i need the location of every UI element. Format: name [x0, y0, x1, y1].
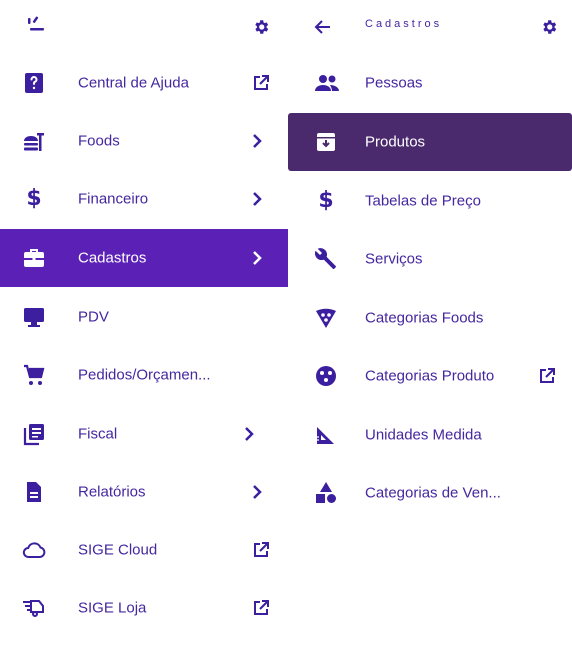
- menu-item-label: Central de Ajuda: [78, 74, 189, 92]
- menu-item-relatorios[interactable]: Relatórios: [0, 463, 288, 521]
- menu-item-fiscal[interactable]: Fiscal: [0, 405, 288, 463]
- submenu-item-pessoas[interactable]: Pessoas: [288, 54, 572, 112]
- help-icon: [22, 71, 46, 95]
- menu-item-financeiro[interactable]: $ Financeiro: [0, 170, 288, 228]
- submenu-item-label: Categorias de Ven...: [365, 484, 501, 502]
- chevron-right-icon: [248, 249, 266, 267]
- menu-item-label: Relatórios: [78, 483, 146, 501]
- submenu-item-label: Categorias Produto: [365, 367, 495, 385]
- people-icon: [314, 71, 339, 95]
- chevron-right-icon: [248, 132, 266, 150]
- external-link-icon[interactable]: [252, 599, 270, 617]
- menu-item-central-de-ajuda[interactable]: Central de Ajuda: [0, 54, 288, 112]
- menu-item-label: Financeiro: [78, 190, 149, 208]
- menu-item-label: PDV: [78, 308, 109, 326]
- submenu-item-categorias-de-venda[interactable]: Categorias de Ven...: [288, 464, 572, 522]
- chevron-right-icon: [248, 190, 266, 208]
- submenu-cadastros: Cadastros Pessoas Produtos $ Tabelas de …: [288, 0, 572, 647]
- back-arrow-icon[interactable]: [314, 18, 332, 36]
- submenu-item-label: Unidades Medida: [365, 426, 482, 444]
- menu-item-label: Foods: [78, 132, 120, 150]
- dollar-icon: $: [318, 188, 334, 213]
- menu-item-sige-loja[interactable]: SIGE Loja: [0, 579, 288, 637]
- burger-icon: [22, 129, 46, 153]
- menu-item-label: Cadastros: [78, 249, 147, 267]
- pizza-icon: [314, 306, 338, 330]
- menu-item-label: Fiscal: [78, 425, 118, 443]
- submenu-item-unidades-medida[interactable]: Unidades Medida: [288, 406, 572, 464]
- set-square-icon: [314, 423, 338, 447]
- submenu-item-label: Pessoas: [365, 74, 423, 92]
- document-icon: [22, 480, 46, 504]
- menu-item-label: SIGE Cloud: [78, 541, 158, 559]
- settings-icon[interactable]: [252, 18, 270, 36]
- submenu-header: Cadastros: [288, 0, 572, 52]
- briefcase-icon: [22, 246, 46, 270]
- shapes-icon: [314, 481, 338, 505]
- dollar-icon: $: [26, 186, 42, 211]
- submenu-item-label: Tabelas de Preço: [365, 192, 481, 210]
- submenu-item-label: Produtos: [365, 133, 426, 151]
- menu-item-sige-cloud[interactable]: SIGE Cloud: [0, 521, 288, 579]
- main-menu-header: [0, 0, 288, 52]
- submenu-item-label: Serviços: [365, 250, 423, 268]
- monitor-icon: [22, 305, 46, 329]
- chevron-right-icon: [240, 425, 258, 443]
- menu-item-cadastros[interactable]: Cadastros: [0, 229, 288, 287]
- menu-item-pdv[interactable]: PDV: [0, 288, 288, 346]
- menu-item-foods[interactable]: Foods: [0, 112, 288, 170]
- chevron-right-icon: [248, 483, 266, 501]
- truck-icon: [22, 596, 46, 620]
- submenu-item-categorias-produto[interactable]: Categorias Produto: [288, 347, 572, 405]
- submenu-item-servicos[interactable]: Serviços: [288, 230, 572, 288]
- external-link-icon[interactable]: [252, 541, 270, 559]
- cart-icon: [22, 363, 46, 387]
- main-menu: Central de Ajuda Foods $ Financeiro Cada…: [0, 0, 288, 647]
- submenu-item-tabelas-de-preco[interactable]: $ Tabelas de Preço: [288, 172, 572, 230]
- external-link-icon[interactable]: [252, 74, 270, 92]
- external-link-icon[interactable]: [538, 367, 556, 385]
- submenu-item-label: Categorias Foods: [365, 309, 484, 327]
- fiscal-icon: [22, 422, 46, 446]
- menu-item-label: SIGE Loja: [78, 599, 147, 617]
- wrench-icon: [314, 247, 338, 271]
- menu-item-label: Pedidos/Orçamen...: [78, 366, 211, 384]
- submenu-item-categorias-foods[interactable]: Categorias Foods: [288, 289, 572, 347]
- cloud-icon: [22, 538, 46, 562]
- submenu-item-produtos[interactable]: Produtos: [288, 113, 572, 171]
- archive-icon: [314, 130, 338, 154]
- palette-icon: [314, 364, 338, 388]
- menu-item-pedidos[interactable]: Pedidos/Orçamen...: [0, 346, 288, 404]
- submenu-title: Cadastros: [365, 18, 443, 30]
- settings-icon[interactable]: [540, 18, 558, 36]
- collapse-icon[interactable]: [22, 14, 50, 38]
